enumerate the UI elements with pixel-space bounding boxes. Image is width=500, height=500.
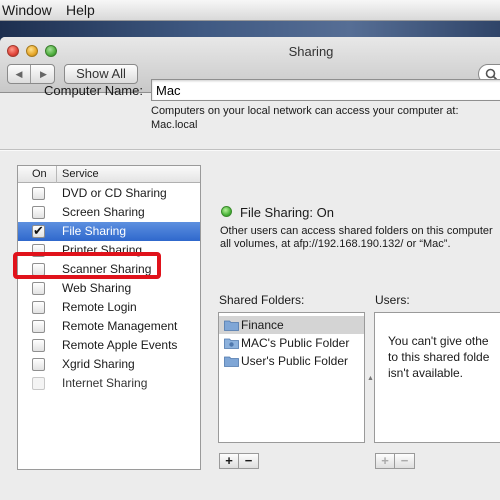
- service-row-dvd-cd-sharing[interactable]: DVD or CD Sharing: [18, 184, 200, 203]
- shared-folders-label: Shared Folders:: [219, 293, 305, 307]
- users-list[interactable]: You can't give othe to this shared folde…: [374, 312, 500, 443]
- folder-icon: [224, 320, 239, 331]
- highlight-box: [13, 252, 161, 279]
- column-header-on[interactable]: On: [32, 168, 47, 180]
- computer-name-description: Computers on your local network can acce…: [151, 105, 459, 117]
- service-label: File Sharing: [62, 224, 127, 238]
- service-row-remote-apple-events[interactable]: Remote Apple Events: [18, 336, 200, 355]
- back-icon[interactable]: ◀: [8, 65, 31, 83]
- shared-folder-item[interactable]: MAC's Public Folder: [219, 334, 364, 352]
- users-unavailable-message: You can't give othe to this shared folde…: [388, 334, 490, 380]
- section-divider-highlight: [0, 150, 500, 151]
- service-row-remote-management[interactable]: Remote Management: [18, 317, 200, 336]
- status-indicator-icon: [221, 206, 232, 217]
- service-row-xgrid-sharing[interactable]: Xgrid Sharing: [18, 355, 200, 374]
- shared-folders-add-remove: + −: [219, 453, 259, 469]
- service-label: Remote Apple Events: [62, 338, 178, 352]
- service-label: Remote Login: [62, 300, 137, 314]
- service-row-remote-login[interactable]: Remote Login: [18, 298, 200, 317]
- computer-name-label: Computer Name:: [44, 83, 143, 98]
- service-status: File Sharing: On: [240, 205, 334, 220]
- service-label: DVD or CD Sharing: [62, 186, 167, 200]
- column-header-service[interactable]: Service: [62, 168, 99, 180]
- add-shared-folder-button[interactable]: +: [220, 454, 239, 468]
- menu-bar: Window Help: [0, 0, 500, 21]
- public-folder-icon: [224, 338, 239, 349]
- forward-icon[interactable]: ▶: [32, 65, 55, 83]
- services-list-header: On Service: [18, 166, 200, 183]
- service-row-internet-sharing[interactable]: Internet Sharing: [18, 374, 200, 393]
- services-list[interactable]: On Service DVD or CD Sharing Screen Shar…: [17, 165, 201, 470]
- service-label: Xgrid Sharing: [62, 357, 135, 371]
- shared-folder-name: Finance: [241, 318, 284, 332]
- service-checkbox[interactable]: [32, 339, 45, 352]
- service-label: Internet Sharing: [62, 376, 148, 390]
- service-label: Screen Sharing: [62, 205, 145, 219]
- shared-folder-name: User's Public Folder: [241, 354, 348, 368]
- service-address: all volumes, at afp://192.168.190.132/ o…: [220, 238, 451, 250]
- split-view-handle[interactable]: ▲: [367, 375, 374, 382]
- show-all-button[interactable]: Show All: [64, 64, 138, 84]
- service-row-screen-sharing[interactable]: Screen Sharing: [18, 203, 200, 222]
- window-title: Sharing: [288, 44, 334, 59]
- service-row-file-sharing[interactable]: File Sharing: [18, 222, 200, 241]
- add-user-button[interactable]: +: [376, 454, 395, 468]
- shared-folder-item[interactable]: Finance: [219, 316, 364, 334]
- users-add-remove: + −: [375, 453, 415, 469]
- shared-folder-item[interactable]: User's Public Folder: [219, 352, 364, 370]
- service-label: Web Sharing: [62, 281, 132, 295]
- back-forward-control: ◀ ▶: [7, 64, 55, 84]
- service-checkbox[interactable]: [32, 320, 45, 333]
- column-separator: [56, 166, 57, 183]
- service-checkbox-checked[interactable]: [32, 223, 45, 239]
- service-label: Remote Management: [62, 319, 178, 333]
- service-checkbox[interactable]: [32, 301, 45, 314]
- users-label: Users:: [375, 293, 410, 307]
- service-checkbox[interactable]: [32, 358, 45, 371]
- service-checkbox[interactable]: [32, 282, 45, 295]
- computer-local-address: Mac.local: [151, 119, 198, 131]
- service-checkbox[interactable]: [32, 187, 45, 200]
- shared-folder-name: MAC's Public Folder: [241, 336, 350, 350]
- computer-name-field[interactable]: [151, 79, 500, 101]
- remove-user-button[interactable]: −: [395, 454, 414, 468]
- shared-folders-list[interactable]: Finance MAC's Public Folder User's Publi…: [218, 312, 365, 443]
- service-checkbox[interactable]: [32, 206, 45, 219]
- remove-shared-folder-button[interactable]: −: [239, 454, 258, 468]
- service-description: Other users can access shared folders on…: [220, 225, 493, 237]
- menu-help[interactable]: Help: [66, 2, 95, 18]
- folder-icon: [224, 356, 239, 367]
- service-checkbox-disabled: [32, 377, 45, 390]
- menu-window[interactable]: Window: [2, 2, 52, 18]
- service-row-web-sharing[interactable]: Web Sharing: [18, 279, 200, 298]
